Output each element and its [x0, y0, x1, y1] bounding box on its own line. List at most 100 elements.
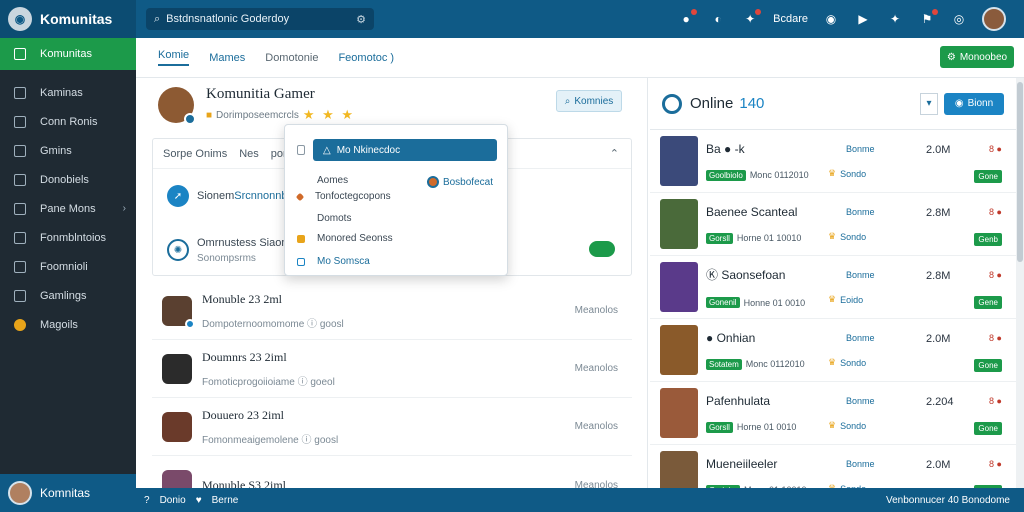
- sidebar-item-7[interactable]: Foomnioli: [0, 252, 136, 281]
- popup-row-sub: Tonfoctegcopons: [315, 191, 391, 202]
- heart-icon[interactable]: ♥: [196, 495, 202, 506]
- sidebar-item-8[interactable]: Gamlings: [0, 281, 136, 310]
- scrollbar-thumb[interactable]: [1017, 82, 1023, 262]
- app-logo: ◉: [8, 7, 32, 31]
- game-badge[interactable]: Genb: [974, 233, 1002, 246]
- tab-3[interactable]: Feomotoc ): [338, 52, 394, 64]
- trophy-icon: ♛: [828, 420, 837, 430]
- list-thumb: [162, 411, 192, 442]
- game-badge[interactable]: Gone: [974, 359, 1002, 372]
- game-tag: Gorsll: [706, 232, 733, 244]
- game-value: 2.8M: [926, 207, 951, 219]
- game-row[interactable]: Baenee Scanteal Gorsll Horne 01 10010 Bon…: [650, 193, 1024, 256]
- game-row[interactable]: Ba ● -k Goolbiolo Monc 0112010 Bonme ♛ Son…: [650, 130, 1024, 193]
- game-badge[interactable]: Gone: [974, 422, 1002, 435]
- sidebar-item-6[interactable]: Fonmblntoios: [0, 223, 136, 252]
- status-mid[interactable]: Berne: [212, 495, 239, 506]
- rating-stars: ★ ★ ★: [302, 107, 356, 122]
- popup-row[interactable]: Tonfoctegcopons: [295, 191, 391, 202]
- user-label[interactable]: Bcdare: [773, 13, 808, 25]
- doc-icon: [297, 145, 305, 155]
- sidebar-item-1[interactable]: Kaminas: [0, 78, 136, 107]
- list-item-right: Meanolos: [574, 305, 618, 316]
- tab-0[interactable]: Komie: [158, 49, 190, 66]
- user-avatar[interactable]: [982, 7, 1006, 31]
- game-red: 8 ●: [989, 459, 1002, 469]
- game-title: Komunitia Gamer: [206, 86, 315, 102]
- game-header-button[interactable]: ⌕ Komnies: [556, 90, 622, 112]
- sidebar-item-9[interactable]: Magoils: [0, 310, 136, 339]
- popup-right[interactable]: Bosbofecat: [426, 176, 493, 188]
- popup-row[interactable]: Domots: [297, 213, 351, 224]
- sidebar-item-5[interactable]: Pane Mons ›: [0, 194, 136, 223]
- top-action-button[interactable]: ⚙ Monoobeo: [940, 46, 1014, 68]
- game-avatar: [158, 86, 196, 125]
- popup-header[interactable]: △ Mo Nkinecdoc: [313, 139, 497, 161]
- game-image: [660, 199, 698, 249]
- sidebar-footer[interactable]: Komnitas: [0, 474, 136, 512]
- online-button[interactable]: ◉ Bionn: [944, 92, 1004, 115]
- game-mid2-text: Sondo: [840, 357, 867, 368]
- chevron-down-icon[interactable]: ▾: [920, 92, 938, 115]
- settings-icon[interactable]: ⚙: [356, 13, 366, 26]
- game-mid: Bonme: [846, 207, 875, 217]
- game-row[interactable]: Ⓚ Saonsefoan Gonenil Honne 01 0010 Bonme …: [650, 256, 1024, 319]
- chart-icon: [14, 260, 26, 273]
- app-title: Komunitas: [40, 11, 113, 27]
- popup-row[interactable]: Monored Seonss: [297, 233, 393, 244]
- globe-icon[interactable]: ◐: [709, 10, 727, 28]
- triangle-icon: △: [323, 144, 331, 156]
- blank-icon: [297, 215, 305, 223]
- popup-row-label: Aomes: [317, 175, 349, 186]
- filter-col-1[interactable]: Nes: [239, 148, 259, 160]
- info-icon[interactable]: ◉: [822, 10, 840, 28]
- game-badge[interactable]: Gone: [974, 170, 1002, 183]
- status-left[interactable]: Donio: [160, 495, 186, 506]
- sidebar-item-komunitas[interactable]: Komunitas: [0, 38, 136, 70]
- game-mid: Bonme: [846, 396, 875, 406]
- popup-row[interactable]: Aomes: [297, 175, 348, 186]
- brand[interactable]: ◉ Komunitas: [0, 0, 136, 38]
- diamond-icon: [295, 192, 305, 201]
- folder-icon: [14, 86, 26, 99]
- game-code: Honne 01 0010: [743, 297, 806, 308]
- trophy-icon: ♛: [828, 357, 837, 367]
- popup-row[interactable]: Mo Somsca: [297, 256, 370, 267]
- chevron-up-icon[interactable]: ⌃: [610, 147, 619, 160]
- help-icon[interactable]: ?: [144, 495, 150, 506]
- game-badge[interactable]: Gene: [974, 296, 1002, 309]
- search-input[interactable]: Bstdnsnatlonic Goderdoy: [166, 13, 356, 25]
- notification-icon[interactable]: ●: [677, 9, 698, 28]
- list-item[interactable]: Douuero 23 2iml Fomonmeaigemolene ⓘ goos…: [152, 398, 632, 456]
- tab-2[interactable]: Domotonie: [265, 52, 318, 64]
- game-code: Horne 01 0010: [736, 422, 797, 432]
- game-row[interactable]: ● Onhian Sotatem Monc 0112010 Bonme ♛ Sond…: [650, 319, 1024, 382]
- sidebar-item-3[interactable]: Gmins: [0, 136, 136, 165]
- flag-icon[interactable]: ⚑: [918, 9, 938, 28]
- window-icon: [297, 257, 305, 266]
- list-icon: [14, 231, 26, 244]
- game-header: Komunitia Gamer ■ Dorimposeemcrcls ★ ★ ★: [158, 86, 356, 125]
- game-value: 2.0M: [926, 459, 951, 471]
- game-red: 8 ●: [989, 207, 1002, 217]
- list-item[interactable]: Doumnrs 23 2iml Fomoticprogoiioiame ⓘ go…: [152, 340, 632, 398]
- star-icon[interactable]: ✦: [886, 10, 904, 28]
- filter-col-0[interactable]: Sorpe Onims: [163, 148, 227, 160]
- search-icon: ⌕: [564, 95, 571, 107]
- list-item[interactable]: Monuble 23 2ml Dompoternoomomome ⓘ goosl…: [152, 282, 632, 340]
- game-meta: Gorsll Horne 01 10010: [706, 232, 826, 244]
- blank-icon: [297, 177, 305, 185]
- sidebar-item-4[interactable]: Donobiels: [0, 165, 136, 194]
- scrollbar[interactable]: [1016, 78, 1024, 488]
- tab-1[interactable]: Mames: [209, 52, 245, 64]
- sidebar-item-2[interactable]: Conn Ronis: [0, 107, 136, 136]
- monitor-icon: [14, 289, 26, 302]
- play-icon[interactable]: ▶: [854, 10, 872, 28]
- chat-icon[interactable]: ◎: [950, 10, 968, 28]
- setting-label-1: Omrnustess Siaom: [197, 236, 291, 249]
- game-row[interactable]: Pafenhulata Gorsll Horne 01 0010 Bonme ♛ S…: [650, 382, 1024, 445]
- bell-icon[interactable]: ✦: [741, 9, 762, 28]
- search-box[interactable]: ⌕ Bstdnsnatlonic Goderdoy ⚙: [146, 8, 374, 30]
- setting-toggle[interactable]: [589, 241, 615, 257]
- setting-label-0: Sionem: [197, 190, 235, 202]
